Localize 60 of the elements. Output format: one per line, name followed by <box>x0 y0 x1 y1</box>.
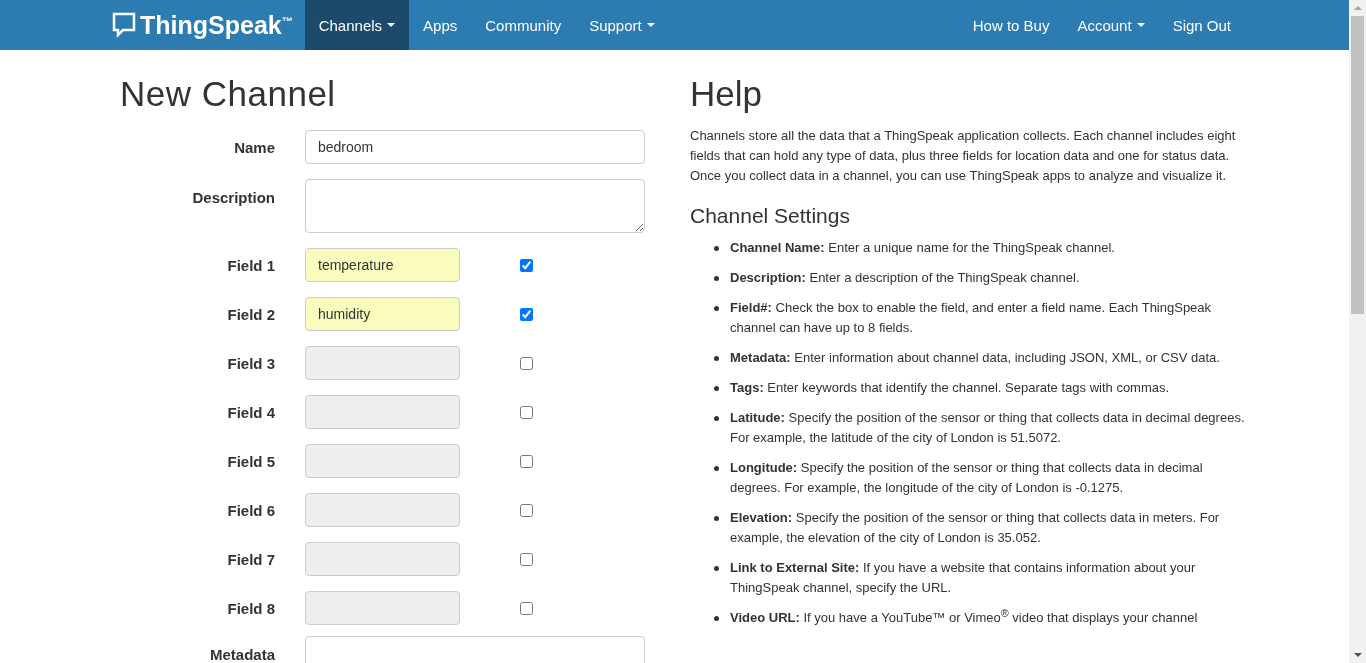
help-list-item: Link to External Site: If you have a website that contains information about your ThingSpeak channel, specify the URL. <box>730 559 1197 597</box>
help-list-item: Channel Name: Enter a unique name for the ThingSpeak channel. <box>730 239 1115 257</box>
field-checkbox[interactable] <box>520 552 533 566</box>
scroll-up-icon[interactable] <box>1353 6 1362 10</box>
field-checkbox[interactable] <box>520 356 533 370</box>
bullet-icon <box>714 566 719 571</box>
nav-link[interactable]: Apps <box>409 0 472 50</box>
field-label: Field 3 <box>226 354 275 372</box>
field-label: Field 1 <box>226 256 275 274</box>
nav-link[interactable]: How to Buy <box>958 0 1064 50</box>
nav-link[interactable]: Channels <box>304 0 410 50</box>
field-checkbox[interactable] <box>520 454 533 468</box>
description-input[interactable] <box>305 179 645 233</box>
scrollbar-thumb[interactable] <box>1351 16 1364 314</box>
help-list-item: Latitude: Specify the position of the sensor or thing that collects data in decimal degrees. For example, the latitude of the city of London is 51.5072. <box>730 409 1246 447</box>
field-label: Field 2 <box>226 305 275 323</box>
field-checkbox[interactable] <box>520 601 533 615</box>
bullet-icon <box>714 386 719 391</box>
help-paragraph: Channels store all the data that a ThingSpeak application collects. Each channel includes eight fields that can hold any type of data, plus three fields for location data and one for status data. Once you collect data in a channel, you can use ThingSpeak apps to analyze and visualize it. <box>690 127 1237 185</box>
bullet-icon <box>714 516 719 521</box>
brand-logo[interactable]: ThingSpeak$^{™}$ <box>112 0 293 50</box>
bullet-icon <box>714 246 719 251</box>
bullet-icon <box>714 306 719 311</box>
scroll-down-icon[interactable] <box>1353 653 1362 657</box>
nav-link[interactable]: Account <box>1063 0 1159 50</box>
field-label: Field 8 <box>226 599 275 617</box>
field-checkbox[interactable] <box>520 503 533 517</box>
nav-link[interactable]: Sign Out <box>1158 0 1245 50</box>
help-list-item: Longitude: Specify the position of the sensor or thing that collects data in decimal degrees. For example, the longitude of the city of London is -0.1275. <box>730 459 1204 497</box>
field-label: Field 4 <box>226 403 275 421</box>
help-list-item: Description: Enter a description of the ThingSpeak channel. <box>730 269 1080 287</box>
field-label: Metadata <box>208 645 275 663</box>
bullet-icon <box>714 276 719 281</box>
page-title: New Channel <box>120 74 337 114</box>
field-name-input[interactable]: temperature <box>305 248 460 282</box>
nav-link[interactable]: Community <box>471 0 576 50</box>
field-label: Field 7 <box>226 550 275 568</box>
scrollbar[interactable] <box>1349 0 1366 663</box>
help-list-item: Elevation: Specify the position of the sensor or thing that collects data in meters. For example, the elevation of the city of London is 35.052. <box>730 509 1221 547</box>
field-label: Field 6 <box>226 501 275 519</box>
field-label: Name <box>233 138 275 156</box>
bullet-icon <box>714 616 719 621</box>
speech-bubble-icon <box>112 12 136 38</box>
field-label: Field 5 <box>226 452 275 470</box>
field-checkbox[interactable] <box>520 405 533 419</box>
help-list-item: Tags: Enter keywords that identify the channel. Separate tags with commas. <box>730 379 1170 397</box>
nav-link[interactable]: Support <box>575 0 669 50</box>
field-name-input[interactable]: humidity <box>305 297 460 331</box>
field-label: Description <box>191 188 275 206</box>
field-checkbox[interactable] <box>520 258 533 272</box>
bullet-icon <box>714 466 719 471</box>
name-input[interactable]: bedroom <box>305 130 645 164</box>
bullet-icon <box>714 416 719 421</box>
help-list-item: Field#: Check the box to enable the field, and enter a field name. Each ThingSpeak channel can have up to 8 fields. <box>730 299 1213 337</box>
help-list-item: Metadata: Enter information about channel data, including JSON, XML, or CSV data. <box>730 349 1220 367</box>
bullet-icon <box>714 356 719 361</box>
section-heading: Channel Settings <box>690 204 851 228</box>
field-checkbox[interactable] <box>520 307 533 321</box>
help-title: Help <box>690 74 763 114</box>
help-list-item: Video URL: If you have a YouTube™ or Vimeo$^{®}$ video that displays your channel <box>730 608 1198 627</box>
